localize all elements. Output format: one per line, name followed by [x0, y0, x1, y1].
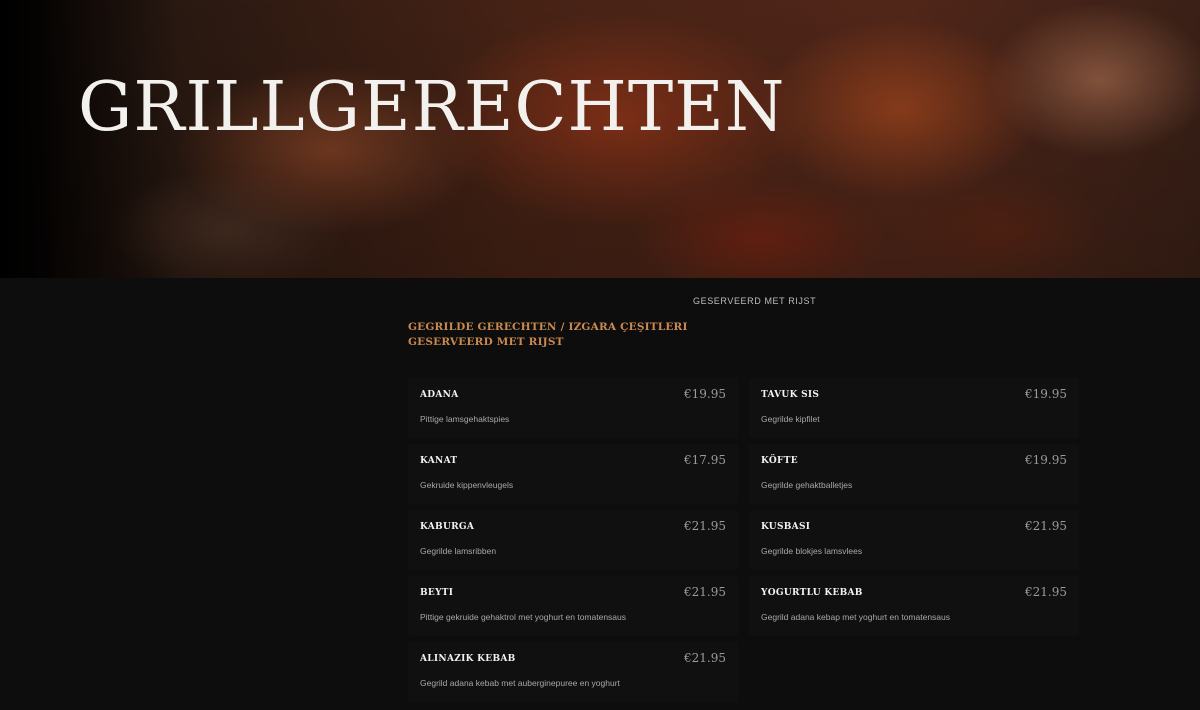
- menu-item-price: €21.95: [1025, 519, 1067, 533]
- menu-item-description: Gegrilde lamsribben: [420, 546, 497, 556]
- menu-item-price: €19.95: [1025, 387, 1067, 401]
- menu-item-name: YOGURTLU KEBAB: [761, 588, 863, 598]
- menu-item-description: Gegrild adana kebap met yoghurt en tomat…: [761, 612, 951, 622]
- menu-grid: ADANA €19.95 Pittige lamsgehaktspies TAV…: [408, 378, 1079, 702]
- menu-item: KÖFTE €19.95 Gegrilde gehaktballetjes: [749, 444, 1079, 504]
- menu-item-price: €19.95: [684, 387, 726, 401]
- menu-item-description: Gegrilde blokjes lamsvlees: [761, 546, 863, 556]
- menu-item-price: €21.95: [684, 519, 726, 533]
- section-subtitle: GESERVEERD MET RIJST: [693, 296, 817, 306]
- menu-item: ALINAZIK KEBAB €21.95 Gegrild adana keba…: [408, 642, 738, 702]
- hero-banner: GRILLGERECHTEN: [0, 0, 1200, 278]
- page-title: GRILLGERECHTEN: [78, 68, 786, 147]
- menu-item-name: KUSBASI: [761, 522, 811, 532]
- menu-item-name: ALINAZIK KEBAB: [420, 654, 516, 664]
- menu-item: YOGURTLU KEBAB €21.95 Gegrild adana keba…: [749, 576, 1079, 636]
- menu-item-name: KANAT: [420, 456, 458, 466]
- menu-content: GESERVEERD MET RIJST GEGRILDE GERECHTEN …: [0, 278, 1200, 710]
- menu-item-price: €21.95: [684, 651, 726, 665]
- menu-item-price: €17.95: [684, 453, 726, 467]
- menu-item: TAVUK SIS €19.95 Gegrilde kipfilet: [749, 378, 1079, 438]
- menu-item-description: Pittige lamsgehaktspies: [420, 414, 510, 424]
- menu-item-name: BEYTI: [420, 588, 454, 598]
- menu-item-name: ADANA: [420, 390, 459, 400]
- menu-item: BEYTI €21.95 Pittige gekruide gehaktrol …: [408, 576, 738, 636]
- menu-item-price: €21.95: [684, 585, 726, 599]
- menu-item-name: KABURGA: [420, 522, 475, 532]
- menu-item-description: Gekruide kippenvleugels: [420, 480, 514, 490]
- menu-item-name: KÖFTE: [761, 456, 798, 466]
- menu-item: KUSBASI €21.95 Gegrilde blokjes lamsvlee…: [749, 510, 1079, 570]
- menu-item: ADANA €19.95 Pittige lamsgehaktspies: [408, 378, 738, 438]
- menu-item: KANAT €17.95 Gekruide kippenvleugels: [408, 444, 738, 504]
- menu-item-description: Gegrild adana kebab met auberginepuree e…: [420, 678, 620, 688]
- section-title: GEGRILDE GERECHTEN / IZGARA ÇEŞITLERI GE…: [408, 321, 688, 348]
- menu-item-price: €19.95: [1025, 453, 1067, 467]
- menu-item: KABURGA €21.95 Gegrilde lamsribben: [408, 510, 738, 570]
- menu-item-description: Pittige gekruide gehaktrol met yoghurt e…: [420, 612, 627, 622]
- menu-item-description: Gegrilde kipfilet: [761, 414, 820, 424]
- menu-item-name: TAVUK SIS: [761, 390, 820, 400]
- menu-item-description: Gegrilde gehaktballetjes: [761, 480, 853, 490]
- menu-item-price: €21.95: [1025, 585, 1067, 599]
